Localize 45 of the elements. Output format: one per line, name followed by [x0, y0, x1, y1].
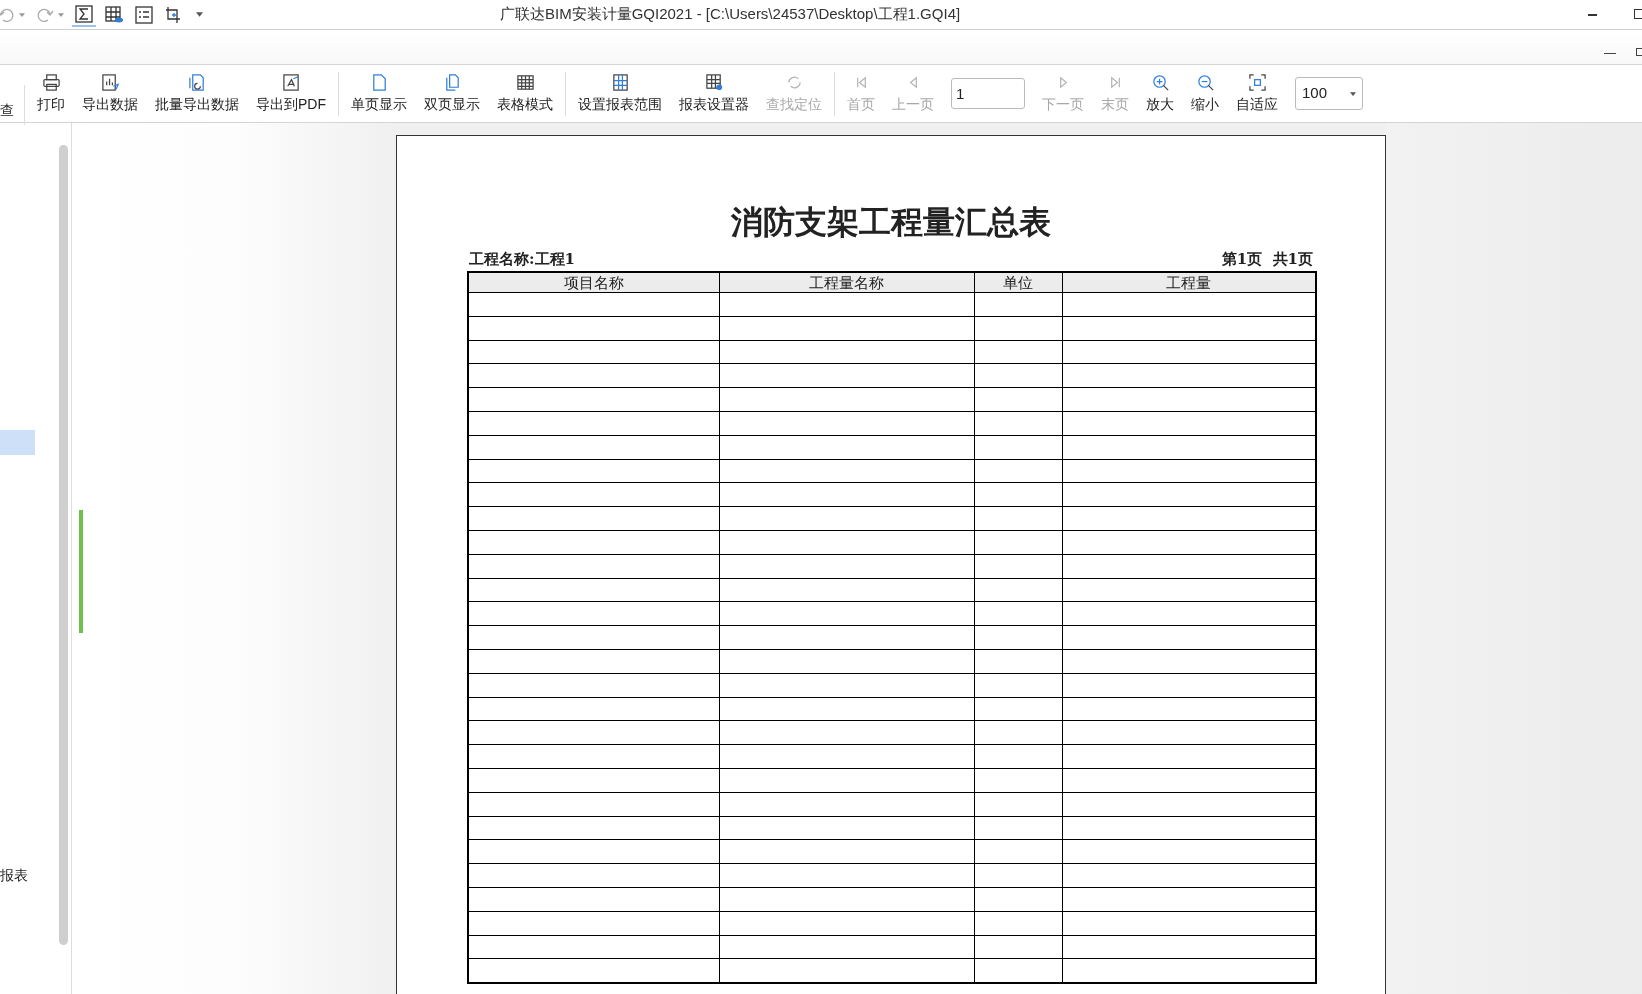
sigma-icon	[74, 3, 94, 24]
page-info: 第1页 共1页	[1221, 249, 1313, 270]
sigma-button[interactable]	[72, 2, 96, 27]
scrollbar-thumb[interactable]	[59, 145, 68, 945]
caret-icon	[1350, 91, 1356, 96]
restore-icon[interactable]	[1634, 9, 1642, 19]
fit-icon	[1247, 72, 1267, 92]
splitter-handle[interactable]	[79, 510, 83, 633]
window-title: 广联达BIM安装计量GQI2021 - [C:\Users\24537\Desktop\工程1.GQI4]	[500, 4, 961, 25]
column-header: 工程量名称	[719, 271, 974, 293]
table-gear-icon	[704, 72, 724, 92]
table-icon	[515, 72, 535, 92]
project-name: 工程名称:工程1	[469, 249, 575, 270]
sidebar-item[interactable]: 报表	[0, 863, 35, 888]
toolbar-button[interactable]: 放大	[1146, 72, 1174, 115]
zoom-out-icon	[1195, 72, 1215, 92]
toolbar-button[interactable]: 双页显示	[424, 72, 480, 115]
toolbar-button[interactable]: 自适应	[1236, 72, 1278, 115]
printer-icon	[41, 72, 61, 92]
toolbar-button[interactable]: 设置报表范围	[578, 72, 662, 115]
toolbar-button[interactable]: 打印	[37, 72, 65, 115]
zoom-in-icon	[1150, 72, 1170, 92]
toolbar-button[interactable]: 导出到PDF	[256, 72, 326, 115]
toolbar-button[interactable]: 导出数据	[82, 72, 138, 115]
page-number-field[interactable]: 1	[951, 78, 1025, 109]
toolbar-label[interactable]: 查	[0, 84, 25, 125]
restore-icon[interactable]	[1636, 48, 1642, 56]
zoom-dropdown[interactable]: 100	[1295, 77, 1363, 110]
report-title: 消防支架工程量汇总表	[730, 202, 1052, 243]
toolbar-button[interactable]: 单页显示	[351, 72, 407, 115]
toolbar-button[interactable]: 报表设置器	[679, 72, 749, 115]
documents-icon	[187, 72, 207, 92]
column-header: 项目名称	[468, 271, 719, 293]
chart-document-icon	[100, 72, 120, 92]
caret-icon[interactable]	[196, 12, 203, 17]
caret-icon	[19, 12, 25, 17]
column-header: 单位	[974, 271, 1062, 293]
toolbar-button[interactable]: 表格模式	[497, 72, 553, 115]
toolbar-button[interactable]: 批量导出数据	[155, 72, 239, 115]
pdf-document-icon	[281, 72, 301, 92]
table-eye-icon	[104, 4, 124, 25]
toolbar-button[interactable]: 缩小	[1191, 72, 1219, 115]
list-icon	[134, 4, 154, 25]
table-icon	[610, 72, 630, 92]
caret-icon	[58, 12, 64, 17]
